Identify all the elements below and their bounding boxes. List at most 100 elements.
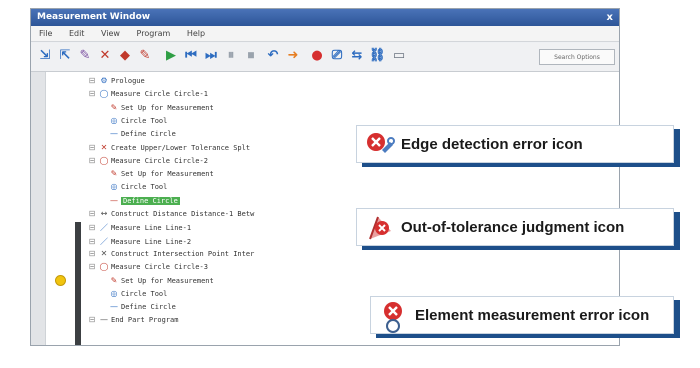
tree-row-label: Construct Intersection Point Inter <box>111 249 255 258</box>
tree-row-label: Measure Circle Circle-2 <box>111 156 208 165</box>
expand-toggle-icon[interactable]: ⊟ <box>87 143 97 152</box>
menu-program[interactable]: Program <box>137 29 171 38</box>
construct-icon: ↔ <box>100 209 108 218</box>
forward-icon[interactable]: ➜ <box>285 48 301 64</box>
measure-setup-icon: ✎ <box>110 169 118 179</box>
measure-setup-icon: ✎ <box>110 102 118 112</box>
expand-toggle-icon[interactable]: ⊟ <box>87 223 97 232</box>
expand-toggle-icon[interactable]: ⊟ <box>87 209 97 218</box>
step-back-icon[interactable]: ⏮ <box>183 48 199 64</box>
new-step-icon[interactable]: ⇲ <box>37 48 53 64</box>
tree-row[interactable]: ⊟ ◯ Measure Circle Circle-2 <box>87 156 208 167</box>
step-into-icon[interactable]: ⏭ <box>203 48 219 64</box>
expand-toggle-icon[interactable]: ⊟ <box>87 89 97 98</box>
edge-detection-error-icon <box>365 130 395 158</box>
tree-row[interactable]: — Define Circle <box>97 302 176 313</box>
tree-gutter <box>31 72 46 345</box>
callout-label: Element measurement error icon <box>415 306 650 324</box>
out-of-tolerance-icon <box>365 213 395 241</box>
menu-bar: File Edit View Program Help <box>31 26 619 42</box>
callout-element-measurement: Element measurement error icon <box>370 296 674 334</box>
tree-row[interactable]: ✎ Set Up for Measurement <box>97 103 214 114</box>
construct-icon: ✕ <box>100 248 108 258</box>
menu-help[interactable]: Help <box>187 29 205 38</box>
search-options-button[interactable]: Search Options <box>539 49 615 65</box>
callout-label: Out-of-tolerance judgment icon <box>401 218 625 236</box>
tree-row-label: Measure Line Line-1 <box>111 224 192 233</box>
tree-row[interactable]: — Define Circle <box>97 196 180 207</box>
current-step-marker <box>55 275 66 286</box>
callout-label: Edge detection error icon <box>401 135 583 153</box>
insert-step-icon[interactable]: ⇱ <box>57 48 73 64</box>
record-icon[interactable]: ● <box>309 48 325 64</box>
define-icon: — <box>110 195 118 205</box>
line-icon: ／ <box>100 223 108 233</box>
window-title: Measurement Window <box>37 12 151 22</box>
expand-toggle-icon[interactable]: ⊟ <box>87 249 97 258</box>
tree-row[interactable]: ✎ Set Up for Measurement <box>97 169 214 180</box>
tree-row-label: Set Up for Measurement <box>121 170 214 179</box>
expand-toggle-icon[interactable]: ⊟ <box>87 156 97 165</box>
tree-row-label: Set Up for Measurement <box>121 276 214 285</box>
tree-row-label: Define Circle <box>121 196 180 205</box>
compare-icon[interactable]: ⇆ <box>349 48 365 64</box>
expand-toggle-icon[interactable]: ⊟ <box>87 237 97 246</box>
circle-tool-icon: ◎ <box>110 182 118 192</box>
expand-toggle-icon[interactable]: ⊟ <box>87 262 97 271</box>
tree-row-label: Circle Tool <box>121 289 168 298</box>
tree-row[interactable]: ◎ Circle Tool <box>97 182 168 193</box>
tree-row[interactable]: ⊟ ⚙ Prologue <box>87 76 145 87</box>
tool-icon[interactable]: ◆ <box>117 48 133 64</box>
tree-row[interactable]: ⊟ ✕ Create Upper/Lower Tolerance Splt <box>87 143 250 154</box>
tree-row[interactable]: ⊟ ／ Measure Line Line-2 <box>87 236 191 247</box>
camera-icon[interactable]: ⎚ <box>329 48 345 64</box>
tree-row-label: Define Circle <box>121 303 176 312</box>
tree-row[interactable]: ◎ Circle Tool <box>97 288 168 300</box>
expand-toggle-icon[interactable]: ⊟ <box>87 76 97 85</box>
tree-row-label: Create Upper/Lower Tolerance Splt <box>111 143 251 152</box>
tree-row-label: Set Up for Measurement <box>121 103 214 112</box>
edit-step-icon[interactable]: ✎ <box>77 48 93 64</box>
pause-icon[interactable]: ⏸ <box>223 48 239 64</box>
stop-icon[interactable]: ⏹ <box>243 48 259 64</box>
close-icon[interactable]: x <box>607 9 613 26</box>
tree-row-label: End Part Program <box>111 316 179 325</box>
tree-row-label: Measure Line Line-2 <box>111 237 192 246</box>
tree-row[interactable]: ◎ Circle Tool <box>97 115 168 127</box>
tree-row[interactable]: ⊟ ✕ Construct Intersection Point Inter <box>87 248 255 260</box>
tree-row[interactable]: — Define Circle <box>97 129 176 140</box>
undo-icon[interactable]: ↶ <box>265 48 281 64</box>
tree-row-label: Measure Circle Circle-3 <box>111 263 208 272</box>
tree-row[interactable]: ✎ Set Up for Measurement <box>97 276 214 287</box>
settings-icon: ⚙ <box>100 76 108 85</box>
tolerance-icon: ✕ <box>100 142 108 152</box>
tree-row[interactable]: ⊟ ↔ Construct Distance Distance-1 Betw <box>87 209 255 220</box>
define-icon: — <box>110 129 118 139</box>
circle-tool-icon: ◎ <box>110 288 118 298</box>
execution-bar <box>75 222 81 345</box>
tree-row[interactable]: ⊟ ◯ Measure Circle Circle-1 <box>87 89 208 100</box>
link-icon[interactable]: ⛓ <box>369 48 386 64</box>
end-icon: — <box>100 315 108 325</box>
tree-row-label: Define Circle <box>121 130 176 139</box>
callout-out-of-tolerance: Out-of-tolerance judgment icon <box>356 208 674 246</box>
circle-icon: ◯ <box>99 89 109 99</box>
element-measurement-error-icon <box>379 301 409 333</box>
menu-edit[interactable]: Edit <box>69 29 85 38</box>
tolerance-tool-icon[interactable]: ✎ <box>137 48 153 64</box>
menu-view[interactable]: View <box>101 29 120 38</box>
panel-icon[interactable]: ▭ <box>391 48 407 64</box>
tree-row[interactable]: ⊟ ／ Measure Line Line-1 <box>87 222 191 233</box>
callout-edge-detection: Edge detection error icon <box>356 125 674 163</box>
tree-row-label: Circle Tool <box>121 183 168 192</box>
tree-row[interactable]: ⊟ ◯ Measure Circle Circle-3 <box>87 262 208 273</box>
measure-setup-icon: ✎ <box>110 275 118 285</box>
circle-tool-icon: ◎ <box>110 115 118 125</box>
circle-icon: ◯ <box>99 155 109 165</box>
run-icon[interactable]: ▶ <box>163 48 179 64</box>
menu-file[interactable]: File <box>39 29 52 38</box>
tree-row[interactable]: ⊟ — End Part Program <box>87 315 179 326</box>
delete-icon[interactable]: ✕ <box>97 48 113 64</box>
tree-row-label: Measure Circle Circle-1 <box>111 90 208 99</box>
expand-toggle-icon[interactable]: ⊟ <box>87 315 97 324</box>
